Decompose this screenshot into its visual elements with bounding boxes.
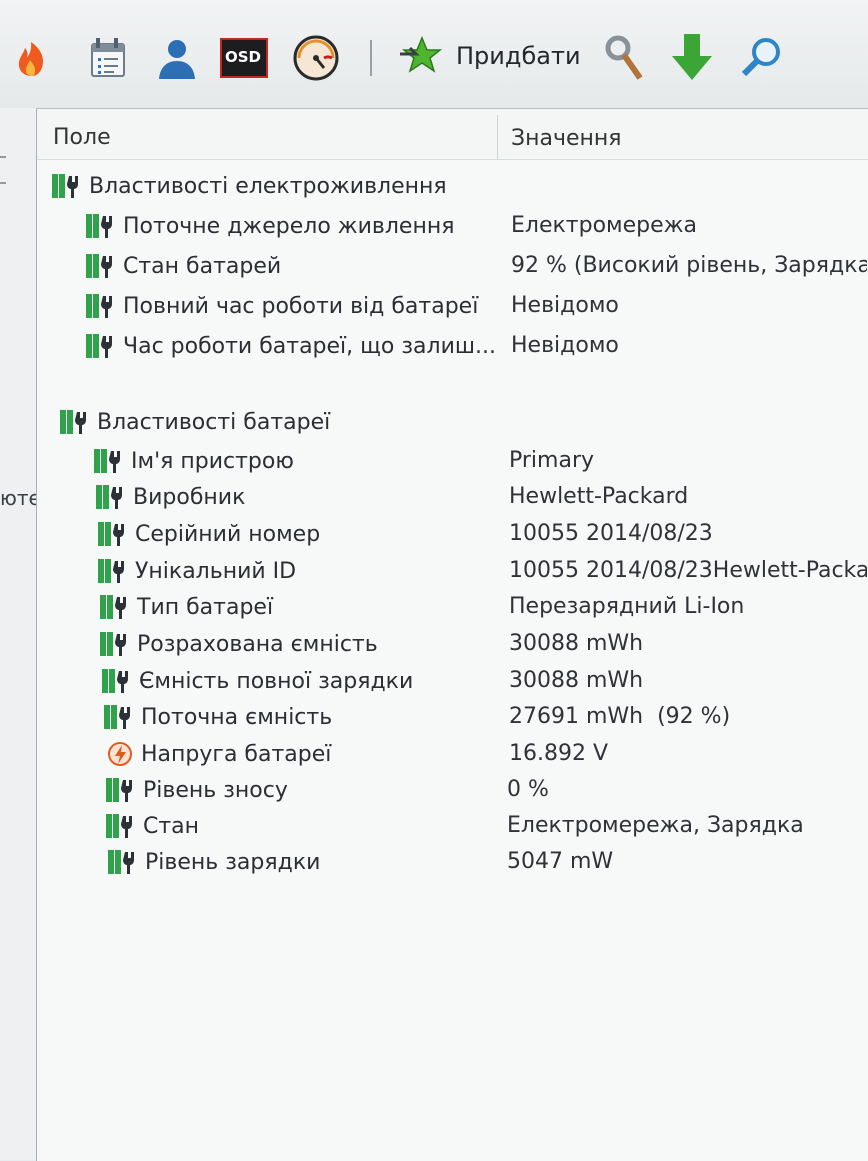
buy-button-label[interactable]: Придбати [456,42,581,70]
left-navigation-pane[interactable]: юте [0,108,41,1160]
table-row[interactable]: Ім'я пристрою [93,445,294,477]
battery-plug-icon [98,559,124,583]
table-row[interactable]: Час роботи батареї, що залиш... [85,330,496,362]
field-value: 0 % [507,777,549,802]
field-value: 16.892 V [509,741,609,766]
battery-plug-icon [100,595,126,619]
group-battery-properties[interactable]: Властивості батареї [59,406,330,438]
field-label: Тип батареї [137,594,274,620]
table-row[interactable]: Серійний номер [97,518,320,550]
table-row[interactable]: Рівень зарядки [107,846,320,878]
table-row[interactable]: Ємність повної зарядки [101,665,413,697]
battery-plug-icon [96,485,122,509]
table-row[interactable]: Напруга батареї [103,738,331,770]
field-value: 30088 mWh [509,631,644,656]
left-pane-truncated-text[interactable]: юте [0,486,41,510]
field-value: Невідомо [511,333,619,358]
field-label: Серійний номер [135,521,321,547]
field-label: Унікальний ID [135,558,297,584]
column-divider[interactable] [497,115,498,159]
group-title: Властивості електроживлення [89,173,447,199]
table-row[interactable]: Розрахована ємність [99,628,378,660]
battery-plug-icon [98,522,124,546]
details-panel: Поле Значення Властивості електроживленн… [36,108,868,1161]
field-value: Перезарядний Li-Ion [509,594,745,619]
battery-plug-icon [104,705,130,729]
field-label: Напруга батареї [141,741,332,767]
field-value: Електромережа, Зарядка [507,813,804,838]
voltage-icon [108,742,132,766]
battery-plug-icon [100,632,126,656]
buy-icon[interactable] [396,32,448,84]
field-value: Primary [509,448,595,473]
column-value-header[interactable]: Значення [511,126,622,151]
column-field-header[interactable]: Поле [53,125,111,150]
battery-plug-icon [60,410,86,434]
field-label: Ємність повної зарядки [139,668,414,694]
battery-plug-icon [94,449,120,473]
field-label: Поточне джерело живлення [123,213,455,239]
field-value: Електромережа [511,213,697,238]
field-value: 30088 mWh [509,668,644,693]
gauge-icon[interactable] [290,32,342,84]
field-label: Виробник [133,484,246,510]
download-arrow-icon[interactable] [666,32,718,84]
field-label: Стан батарей [123,253,282,279]
field-value: 27691 mWh (92 %) [509,704,731,729]
battery-plug-icon [106,778,132,802]
table-row[interactable]: Поточна ємність [103,701,332,733]
osd-icon-text: OSD [225,48,262,66]
tree-line [0,156,6,158]
toolbar: OSD Придбати [0,0,868,108]
table-row[interactable]: Тип батареї [99,591,273,623]
battery-plug-icon [86,254,112,278]
group-title: Властивості батареї [97,409,331,435]
calendar-report-icon[interactable] [82,32,134,84]
field-label: Повний час роботи від батареї [123,293,479,319]
field-value: 10055 2014/08/23 [509,521,713,546]
table-row[interactable]: Унікальний ID [97,555,296,587]
battery-plug-icon [52,174,78,198]
table-row[interactable]: Рівень зносу [105,774,288,806]
battery-plug-icon [108,850,134,874]
table-row[interactable]: Повний час роботи від батареї [85,290,478,322]
table-row[interactable]: Виробник [95,481,245,513]
field-value: 5047 mW [507,849,614,874]
field-label: Ім'я пристрою [131,448,294,474]
group-power-properties[interactable]: Властивості електроживлення [51,170,447,202]
field-value: 92 % (Високий рівень, Зарядка) [511,253,867,278]
tree-line [0,182,6,184]
table-row[interactable]: Стан [105,810,199,842]
user-icon[interactable] [150,32,202,84]
table-row[interactable]: Стан батарей [85,250,281,282]
field-label: Рівень зносу [143,777,288,803]
search-icon[interactable] [736,32,788,84]
battery-plug-icon [86,294,112,318]
battery-plug-icon [106,814,132,838]
flame-icon[interactable] [6,32,58,84]
field-label: Час роботи батареї, що залиш... [123,333,496,359]
column-header: Поле Значення [37,109,868,160]
battery-plug-icon [102,669,128,693]
osd-icon[interactable]: OSD [218,32,270,84]
battery-plug-icon [86,214,112,238]
field-label: Стан [143,813,200,839]
key-icon[interactable] [598,32,650,84]
field-label: Рівень зарядки [145,849,321,875]
battery-plug-icon [86,334,112,358]
field-label: Розрахована ємність [137,631,378,657]
table-row[interactable]: Поточне джерело живлення [85,210,454,242]
field-value: 10055 2014/08/23Hewlett-PackardP [509,558,867,583]
field-label: Поточна ємність [141,704,333,730]
field-value: Невідомо [511,293,619,318]
field-value: Hewlett-Packard [509,484,689,509]
toolbar-separator [370,40,372,76]
